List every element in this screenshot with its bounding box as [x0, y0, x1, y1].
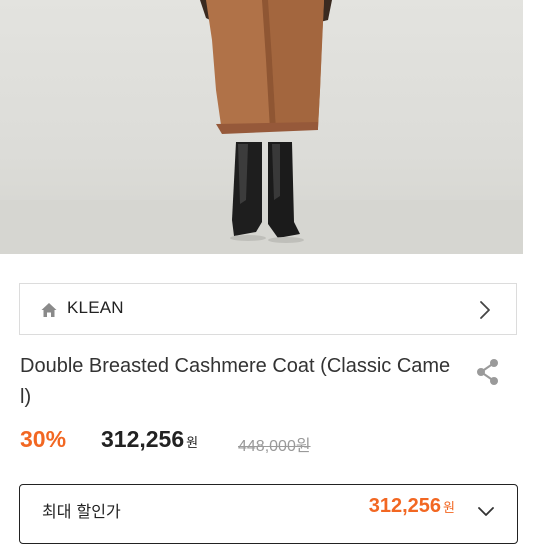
product-title: Double Breasted Cashmere Coat (Classic C… [20, 355, 451, 408]
chevron-right-icon [478, 300, 492, 320]
product-photo-illustration [0, 0, 523, 254]
brand-name: KLEAN [67, 298, 124, 317]
sale-price: 312,256 원 [101, 426, 198, 453]
brand-link[interactable]: KLEAN [19, 283, 517, 335]
discount-rate: 30% [20, 426, 67, 452]
max-discount-price: 312,256 원 [369, 495, 455, 518]
sale-price-value: 312,256 [101, 426, 185, 452]
max-discount-label: 최대 할인가 [42, 502, 121, 521]
original-price: 448,000원 [238, 438, 311, 455]
sale-price-currency: 원 [186, 435, 199, 450]
max-discount-dropdown[interactable]: 최대 할인가 312,256 원 [19, 484, 518, 544]
price-row: 30% 312,256 원 448,000원 [20, 424, 520, 458]
product-image[interactable] [0, 0, 523, 254]
max-discount-currency: 원 [443, 500, 455, 515]
max-discount-price-value: 312,256 [368, 495, 442, 517]
share-icon[interactable] [473, 357, 503, 387]
home-icon [40, 301, 58, 319]
chevron-down-icon [477, 503, 495, 516]
image-gutter [523, 0, 537, 254]
